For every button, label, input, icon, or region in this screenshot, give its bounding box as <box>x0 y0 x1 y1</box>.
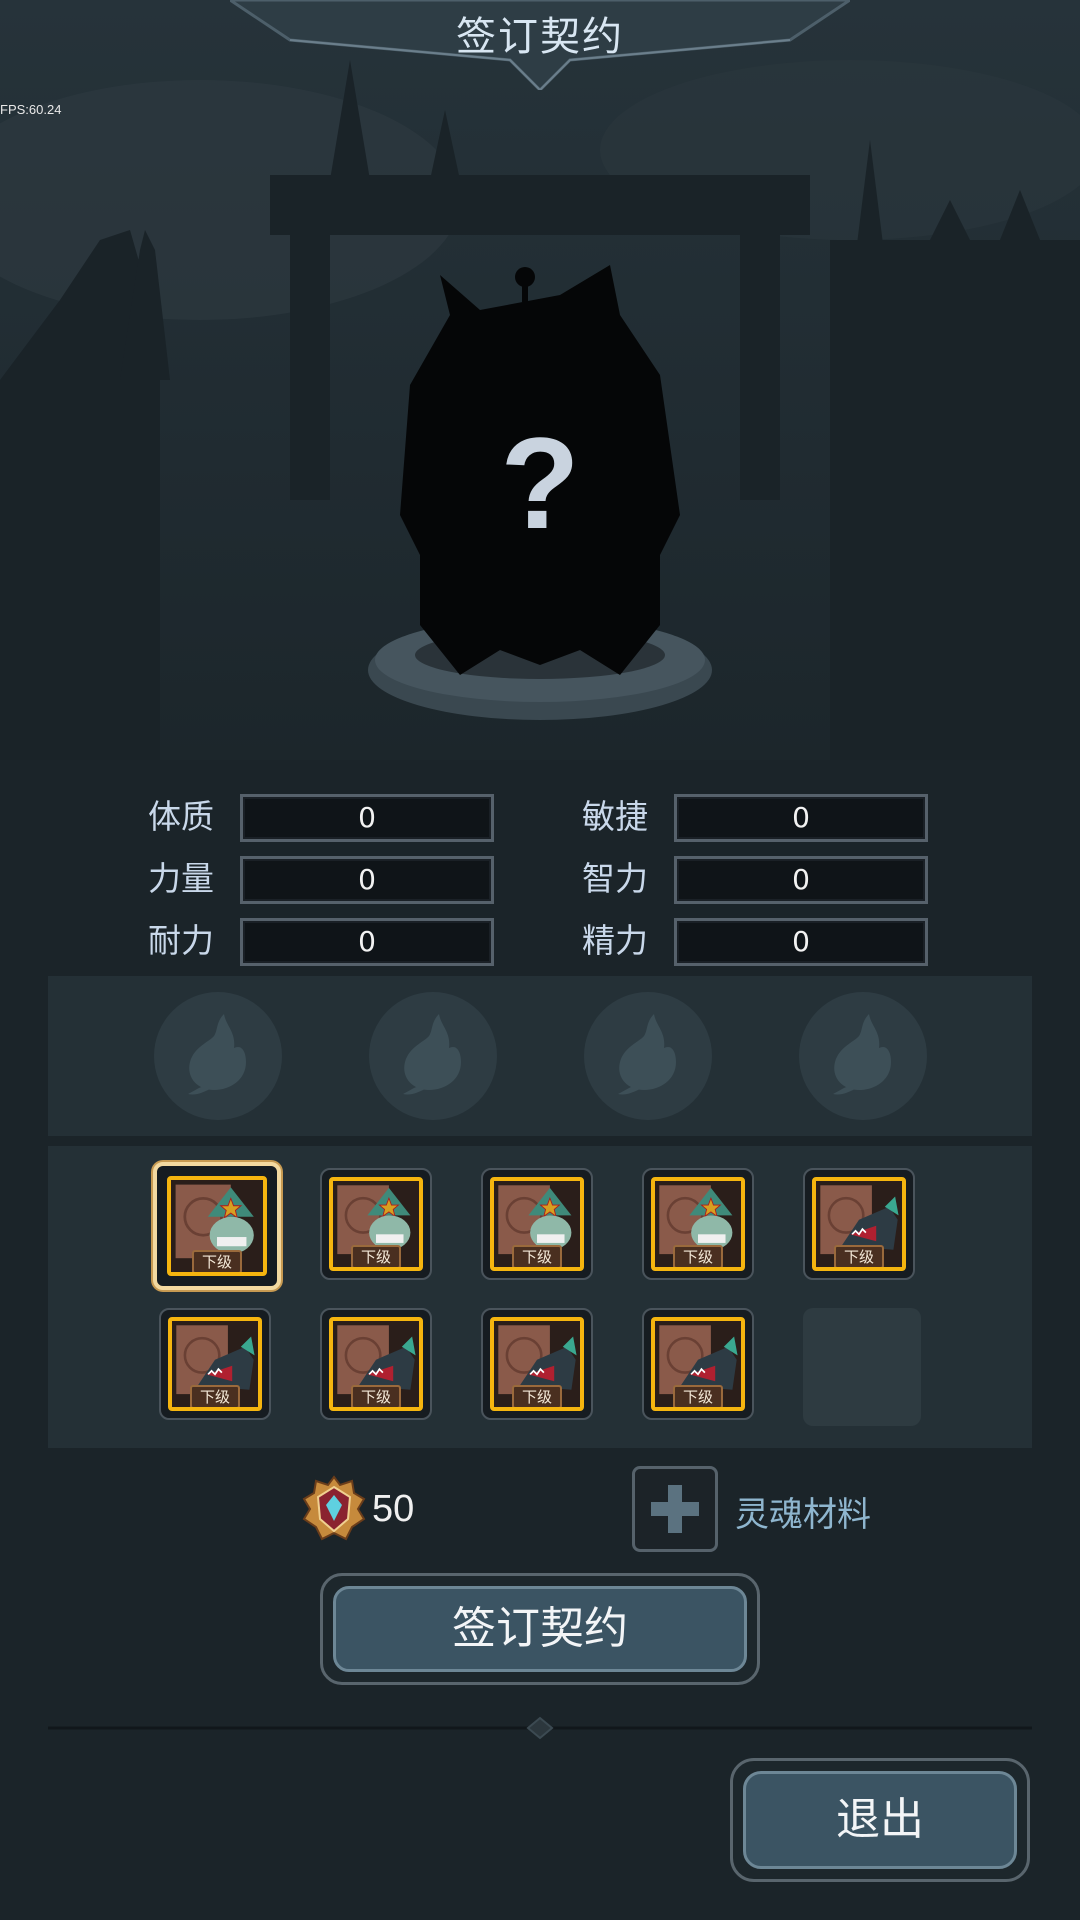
contract-card[interactable]: 下级 <box>803 1168 915 1280</box>
flame-icon <box>403 1014 461 1095</box>
skill-slot[interactable] <box>799 992 927 1120</box>
character-preview-scene: 签订契约 ? <box>0 0 1080 760</box>
flame-icon <box>618 1014 676 1095</box>
skill-slot[interactable] <box>369 992 497 1120</box>
skill-slot[interactable] <box>584 992 712 1120</box>
empty-contract-slot[interactable] <box>803 1308 921 1426</box>
flame-icon <box>833 1014 891 1095</box>
stat-value-intelligence: 0 <box>674 856 928 904</box>
sign-contract-button[interactable]: 签订契约 <box>320 1573 760 1685</box>
card-rank-tag: 下级 <box>189 1385 241 1407</box>
fps-counter: FPS:60.24 <box>0 102 62 117</box>
stat-value-energy: 0 <box>674 918 928 966</box>
stat-label-strength: 力量 <box>148 859 214 898</box>
contract-card[interactable]: 下级 <box>481 1168 593 1280</box>
stat-value-constitution: 0 <box>240 794 494 842</box>
contract-cost-value: 50 <box>372 1488 415 1530</box>
exit-label: 退出 <box>743 1771 1017 1869</box>
stat-value-endurance: 0 <box>240 918 494 966</box>
stat-label-intelligence: 智力 <box>582 859 648 898</box>
stat-label-agility: 敏捷 <box>582 797 648 836</box>
page-title: 签订契约 <box>456 14 624 60</box>
exit-button[interactable]: 退出 <box>730 1758 1030 1882</box>
contract-card[interactable]: 下级 <box>642 1168 754 1280</box>
card-rank-tag: 下级 <box>672 1245 724 1267</box>
unknown-creature-mark: ? <box>500 410 580 556</box>
card-rank-tag: 下级 <box>350 1385 402 1407</box>
skill-slots-panel <box>48 976 1032 1136</box>
contract-card[interactable]: 下级 <box>320 1168 432 1280</box>
skill-slot[interactable] <box>154 992 282 1120</box>
card-rank-tag: 下级 <box>511 1385 563 1407</box>
crest-gem-icon <box>302 1475 366 1541</box>
stat-label-energy: 精力 <box>582 921 648 960</box>
soul-material-label: 灵魂材料 <box>735 1495 871 1535</box>
ornament-divider <box>48 1716 1032 1740</box>
stat-value-agility: 0 <box>674 794 928 842</box>
contract-card[interactable]: 下级 <box>481 1308 593 1420</box>
card-rank-tag: 下级 <box>350 1245 402 1267</box>
flame-icon <box>188 1014 246 1095</box>
contract-card[interactable]: 下级 <box>153 1162 281 1290</box>
sign-contract-label: 签订契约 <box>333 1586 747 1672</box>
stat-label-endurance: 耐力 <box>148 921 214 960</box>
card-rank-tag: 下级 <box>833 1245 885 1267</box>
card-rank-tag: 下级 <box>191 1250 243 1272</box>
contract-inventory-panel: 下级 下级 下级 下级 下级 下级 下级 下级 下级 <box>48 1146 1032 1448</box>
stat-label-constitution: 体质 <box>148 797 214 836</box>
plus-icon <box>651 1485 699 1533</box>
contract-card[interactable]: 下级 <box>642 1308 754 1420</box>
card-rank-tag: 下级 <box>672 1385 724 1407</box>
contract-card[interactable]: 下级 <box>320 1308 432 1420</box>
contract-card[interactable]: 下级 <box>159 1308 271 1420</box>
card-rank-tag: 下级 <box>511 1245 563 1267</box>
stat-value-strength: 0 <box>240 856 494 904</box>
add-material-button[interactable] <box>632 1466 718 1552</box>
